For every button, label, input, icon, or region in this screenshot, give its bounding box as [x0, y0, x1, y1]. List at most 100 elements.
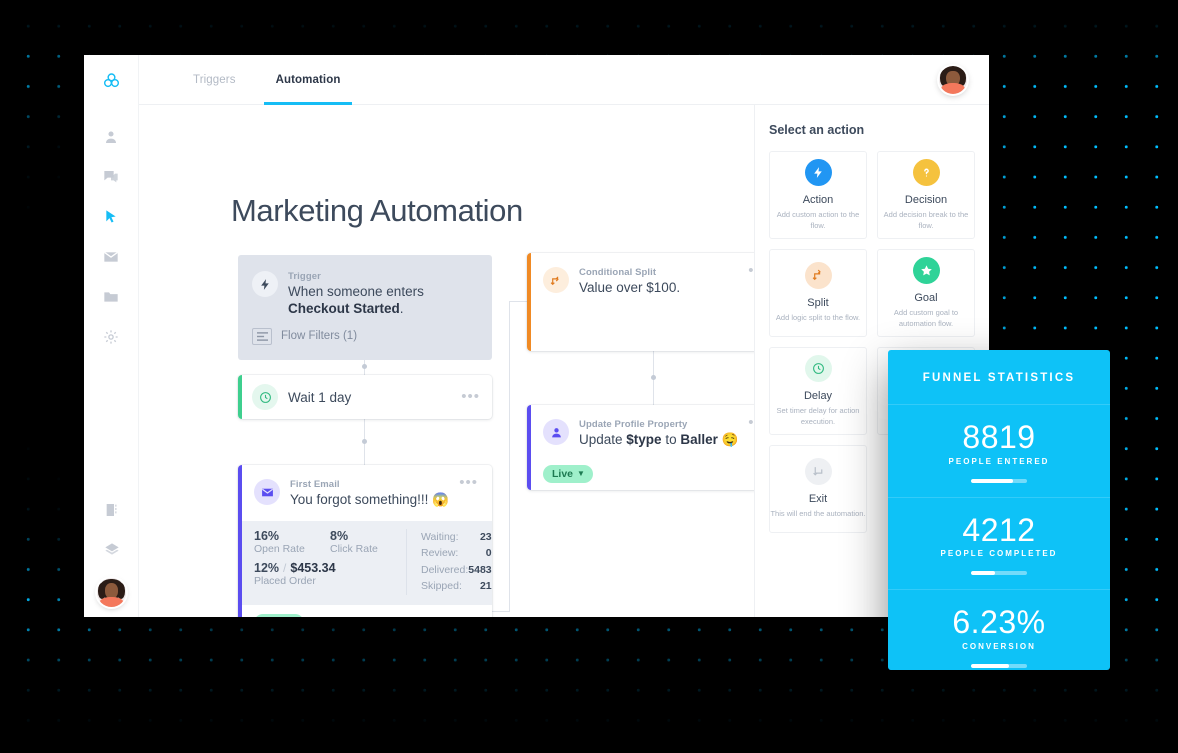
wait-menu-button[interactable]: ••• — [455, 389, 480, 404]
action-card-name: Split — [807, 297, 829, 310]
funnel-block-completed: 4212 PEOPLE COMPLETED — [888, 498, 1110, 591]
stat-skipped-label: Skipped: — [421, 580, 462, 593]
question-icon — [912, 158, 940, 186]
placed-order-rate: 12% — [254, 560, 280, 575]
tab-list: Triggers Automation — [139, 55, 361, 105]
stat-delivered: Delivered: 5483 — [421, 562, 492, 579]
action-card-goal[interactable]: Goal Add custom goal to automation flow. — [877, 249, 975, 337]
screenshot-root: Triggers Automation Marketing Automation — [0, 0, 1178, 753]
stat-delivered-value: 5483 — [468, 563, 492, 576]
email-status-badge[interactable]: Live ▼ — [254, 613, 304, 617]
split-menu-button[interactable]: ••• — [742, 263, 754, 278]
click-rate-label: Click Rate — [330, 542, 378, 555]
rate-columns: 16% Open Rate 8% Click Rate — [254, 529, 406, 561]
node-accent-bar — [527, 405, 531, 490]
flow-node-update-profile[interactable]: Update Profile Property Update $type to … — [527, 405, 754, 490]
action-card-decision[interactable]: Decision Add decision break to the flow. — [877, 151, 975, 239]
open-rate-stat: 16% Open Rate — [254, 529, 330, 561]
stat-delivered-label: Delivered: — [421, 563, 469, 576]
tab-automation[interactable]: Automation — [256, 55, 361, 105]
action-card-action[interactable]: Action Add custom action to the flow. — [769, 151, 867, 239]
app-window: Triggers Automation Marketing Automation — [84, 55, 989, 617]
trigger-kicker: Trigger — [288, 271, 321, 282]
sidebar-item-chat[interactable] — [84, 157, 138, 197]
node-accent-bar — [238, 465, 242, 617]
envelope-icon — [254, 479, 280, 505]
bolt-icon — [252, 271, 278, 297]
email-text: First Email You forgot something!!! 😱 — [290, 479, 453, 509]
clock-icon — [804, 354, 832, 382]
update-property: $type — [626, 432, 662, 447]
sidebar-item-email[interactable] — [84, 237, 138, 277]
actions-panel-title: Select an action — [769, 123, 865, 137]
sidebar-item-folder[interactable] — [84, 277, 138, 317]
flow-node-trigger[interactable]: Trigger When someone enters Checkout Sta… — [238, 255, 492, 360]
top-bar-spacer — [360, 55, 939, 104]
body-row: Marketing Automation Trigger When someon… — [139, 105, 989, 617]
action-card-delay[interactable]: Delay Set timer delay for action executi… — [769, 347, 867, 435]
sidebar-item-user[interactable] — [84, 117, 138, 157]
app-logo[interactable] — [84, 55, 138, 105]
filter-icon[interactable] — [464, 616, 478, 617]
action-card-desc: Add logic split to the flow. — [775, 313, 861, 323]
flow-canvas[interactable]: Marketing Automation Trigger When someon… — [139, 105, 754, 617]
flow-filters-row[interactable]: Flow Filters (1) — [238, 324, 492, 345]
update-text: Update Profile Property Update $type to … — [579, 419, 742, 449]
account-avatar[interactable] — [939, 65, 967, 94]
flow-node-conditional-split[interactable]: Conditional Split Value over $100. ••• — [527, 253, 754, 351]
filter-list-icon — [252, 327, 272, 345]
wait-label: Wait 1 day — [288, 389, 352, 405]
clock-icon — [252, 384, 278, 410]
stat-skipped: Skipped: 21 — [421, 578, 492, 595]
update-menu-button[interactable]: ••• — [742, 415, 754, 430]
email-stats: 16% Open Rate 8% Click Rate 12% / $453.3… — [238, 520, 492, 605]
funnel-value: 6.23% — [952, 604, 1046, 641]
email-footer: Live ▼ — [238, 605, 492, 617]
split-icon — [804, 262, 832, 290]
action-card-name: Goal — [914, 291, 938, 304]
wait-row: Wait 1 day ••• — [238, 375, 492, 419]
bolt-icon — [804, 158, 832, 186]
action-card-desc: Set timer delay for action execution. — [776, 405, 860, 426]
flow-node-wait[interactable]: Wait 1 day ••• — [238, 375, 492, 419]
sidebar-bottom — [84, 490, 139, 617]
sidebar-item-library[interactable] — [84, 490, 139, 530]
stat-review-label: Review: — [421, 547, 459, 560]
tab-triggers[interactable]: Triggers — [173, 55, 256, 104]
click-rate-value: 8% — [330, 528, 349, 543]
email-menu-button[interactable]: ••• — [453, 475, 478, 490]
update-value: Baller — [680, 432, 718, 447]
analytics-icon[interactable] — [438, 616, 453, 617]
funnel-label: PEOPLE ENTERED — [948, 456, 1050, 466]
email-footer-icons — [413, 616, 478, 617]
funnel-progress-track — [971, 663, 1027, 668]
action-card-name: Decision — [904, 193, 948, 206]
update-status-badge[interactable]: Live ▼ — [543, 464, 593, 483]
sidebar-item-layers[interactable] — [84, 530, 139, 570]
page-title: Marketing Automation — [231, 193, 523, 228]
action-card-exit[interactable]: Exit This will end the automation. — [769, 445, 867, 533]
action-card-split[interactable]: Split Add logic split to the flow. — [769, 249, 867, 337]
envelope-check-icon[interactable] — [413, 616, 427, 617]
sidebar-item-cursor[interactable] — [84, 197, 138, 237]
sidebar-item-settings[interactable] — [84, 317, 138, 357]
stat-waiting-label: Waiting: — [421, 530, 459, 543]
sidebar-avatar[interactable] — [97, 578, 126, 607]
split-head: Conditional Split Value over $100. ••• — [527, 253, 754, 309]
action-card-desc: Add decision break to the flow. — [883, 209, 969, 230]
update-title: Update $type to Baller 🤤 — [579, 432, 742, 449]
placed-order-separator: / — [283, 560, 287, 575]
flow-filters-label: Flow Filters (1) — [281, 330, 358, 343]
update-pre: Update — [579, 432, 627, 447]
email-title: You forgot something!!! 😱 — [290, 492, 449, 507]
flow-node-email[interactable]: First Email You forgot something!!! 😱 ••… — [238, 465, 492, 617]
funnel-value: 4212 — [962, 511, 1036, 548]
star-icon — [912, 256, 940, 284]
sidebar — [84, 55, 139, 617]
action-card-desc: Add custom goal to automation flow. — [893, 307, 959, 328]
update-footer: Live ▼ — [527, 461, 754, 483]
trigger-line2: Checkout Started — [288, 300, 400, 316]
trigger-line1: When someone enters — [288, 284, 424, 299]
connector-dot — [362, 439, 367, 444]
trigger-period: . — [399, 300, 404, 316]
